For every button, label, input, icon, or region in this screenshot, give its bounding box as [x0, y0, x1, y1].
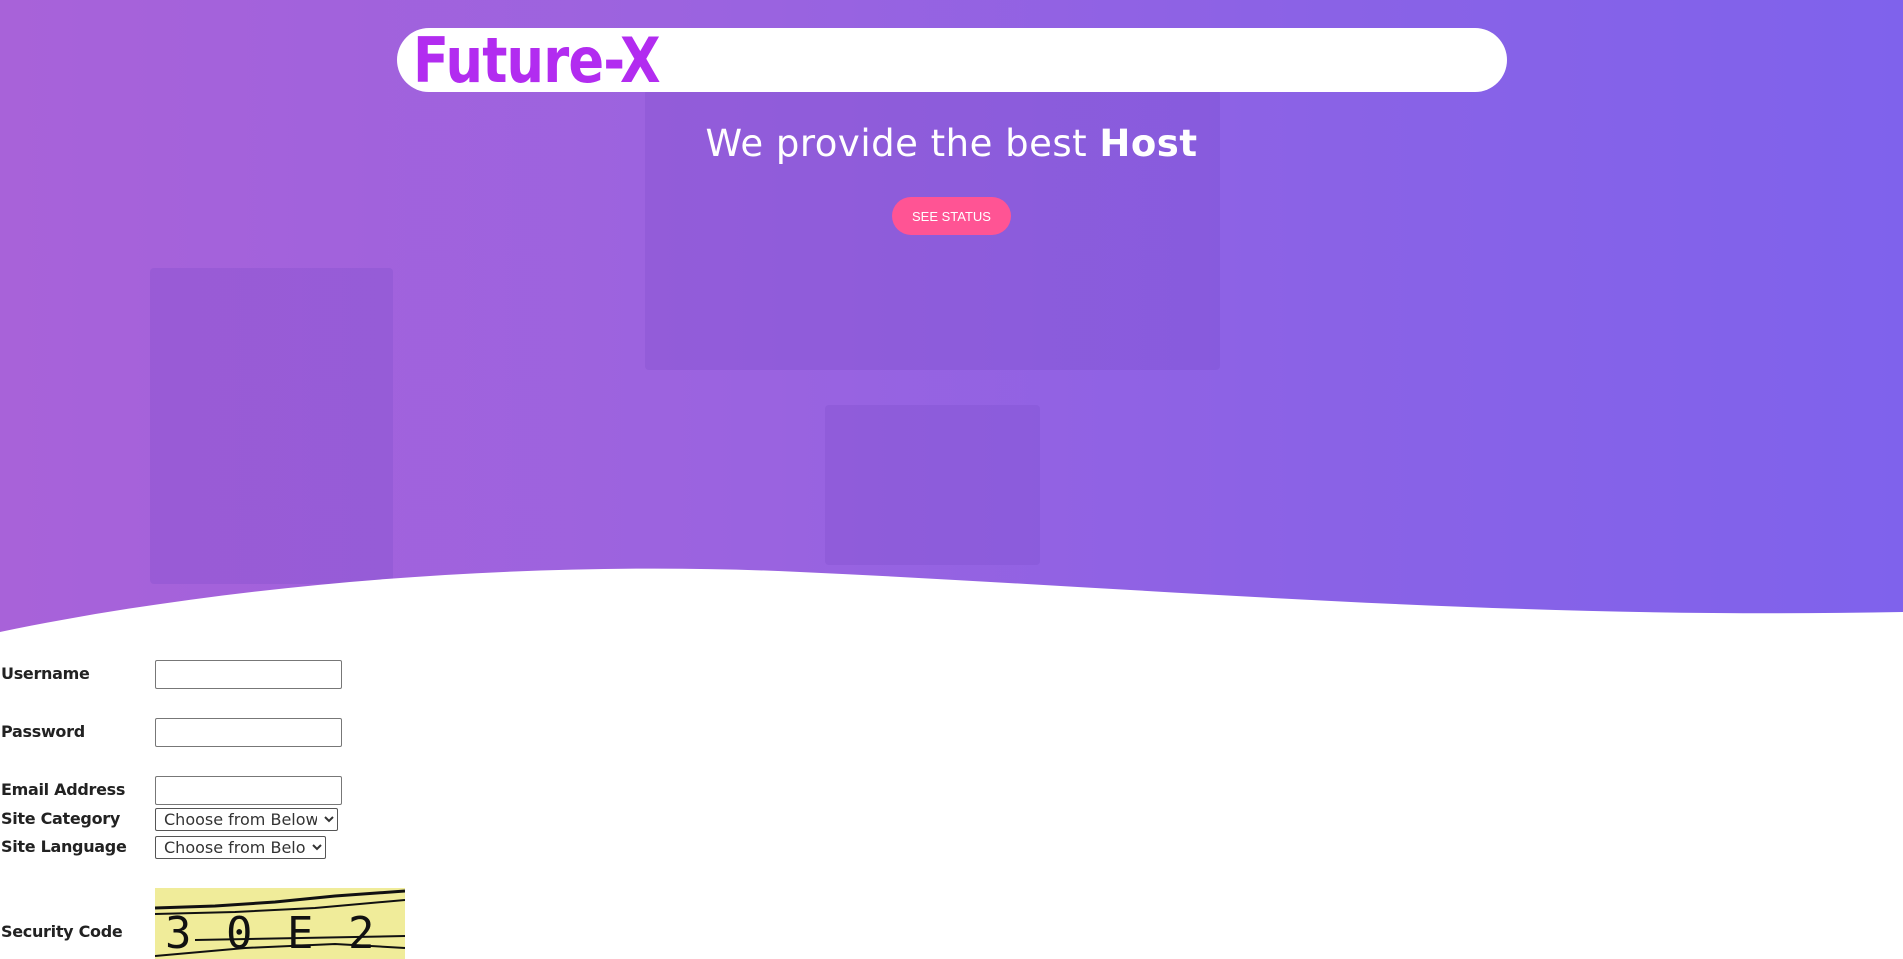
email-input[interactable] — [155, 776, 342, 805]
hero-banner: Future-X We provide the best Host SEE ST… — [0, 0, 1903, 640]
site-language-select[interactable]: Choose from Below — [155, 836, 326, 859]
site-category-label: Site Category — [1, 809, 120, 828]
password-label: Password — [1, 722, 85, 741]
navbar: Future-X — [397, 24, 1507, 97]
captcha-text: 3 0 E 2 B — [165, 908, 379, 959]
wave-divider — [0, 568, 1903, 640]
password-input[interactable] — [155, 718, 342, 747]
logo[interactable]: Future-X — [413, 24, 661, 97]
site-language-label: Site Language — [1, 837, 127, 856]
site-category-select[interactable]: Choose from Below — [155, 808, 338, 831]
username-input[interactable] — [155, 660, 342, 689]
background-notebook — [150, 268, 393, 584]
hero-headline: We provide the best Host — [0, 122, 1903, 165]
see-status-button[interactable]: SEE STATUS — [892, 197, 1011, 235]
username-label: Username — [1, 664, 90, 683]
email-label: Email Address — [1, 780, 126, 799]
headline-text: We provide the best — [705, 122, 1100, 165]
headline-bold: Host — [1099, 122, 1198, 165]
security-code-label: Security Code — [1, 922, 123, 941]
captcha-image: 3 0 E 2 B — [155, 888, 405, 959]
